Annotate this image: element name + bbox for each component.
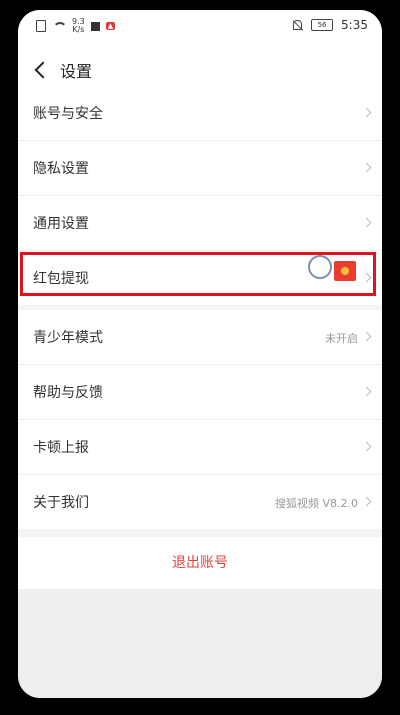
settings-item-label: 通用设置 [33, 216, 89, 232]
chevron-right-icon [361, 441, 372, 452]
settings-item-label: 隐私设置 [33, 161, 89, 177]
red-packet-icon [334, 261, 356, 281]
settings-item-general[interactable]: 通用设置 [18, 196, 382, 251]
settings-item-lag-report[interactable]: 卡顿上报 [18, 420, 382, 475]
settings-item-value: 搜狐视频 V8.2.0 [274, 497, 358, 510]
back-arrow-icon[interactable] [32, 58, 52, 82]
chevron-right-icon [361, 162, 372, 173]
chevron-right-icon [361, 107, 372, 118]
settings-item-label: 关于我们 [33, 495, 89, 511]
chevron-right-icon [361, 331, 372, 342]
mute-icon [291, 19, 303, 31]
settings-group-2: 青少年模式 未开启 帮助与反馈 卡顿上报 关于我们 搜狐视频 V8.2.0 [18, 310, 382, 529]
touch-indicator-icon [308, 255, 332, 279]
chevron-right-icon [361, 217, 372, 228]
settings-item-label: 账号与安全 [33, 106, 103, 122]
settings-item-value: 未开启 [325, 332, 358, 345]
chevron-right-icon [361, 496, 372, 507]
page-title: 设置 [60, 62, 93, 81]
sim-icon [36, 20, 46, 32]
settings-item-account-security[interactable]: 账号与安全 [18, 86, 382, 141]
net-speed-unit: K/s [72, 25, 85, 34]
settings-item-label: 红包提现 [33, 271, 89, 287]
wifi-icon [52, 21, 67, 31]
settings-item-label: 帮助与反馈 [33, 385, 103, 401]
settings-item-help-feedback[interactable]: 帮助与反馈 [18, 365, 382, 420]
app-notification-icon: ▲ [105, 22, 116, 30]
chevron-right-icon [361, 386, 372, 397]
chevron-right-icon [361, 272, 372, 283]
status-right: 56 5:35 [291, 18, 368, 32]
settings-item-label: 卡顿上报 [33, 440, 89, 456]
stop-icon [90, 21, 100, 31]
battery-icon: 56 [311, 19, 334, 31]
settings-item-label: 青少年模式 [33, 330, 103, 346]
settings-item-about-us[interactable]: 关于我们 搜狐视频 V8.2.0 [18, 475, 382, 529]
net-speed: 9.3 K/s [72, 18, 85, 34]
empty-area [18, 589, 382, 698]
clock: 5:35 [341, 18, 368, 32]
status-left: 9.3 K/s ▲ [36, 18, 116, 34]
settings-item-privacy[interactable]: 隐私设置 [18, 141, 382, 196]
phone-screen: 9.3 K/s ▲ 56 5:35 设置 账号与安全 隐私设置 通用设置 红包提… [18, 10, 382, 698]
logout-button[interactable]: 退出账号 [18, 537, 382, 589]
settings-item-teen-mode[interactable]: 青少年模式 未开启 [18, 310, 382, 365]
status-bar: 9.3 K/s ▲ 56 5:35 [18, 10, 382, 44]
